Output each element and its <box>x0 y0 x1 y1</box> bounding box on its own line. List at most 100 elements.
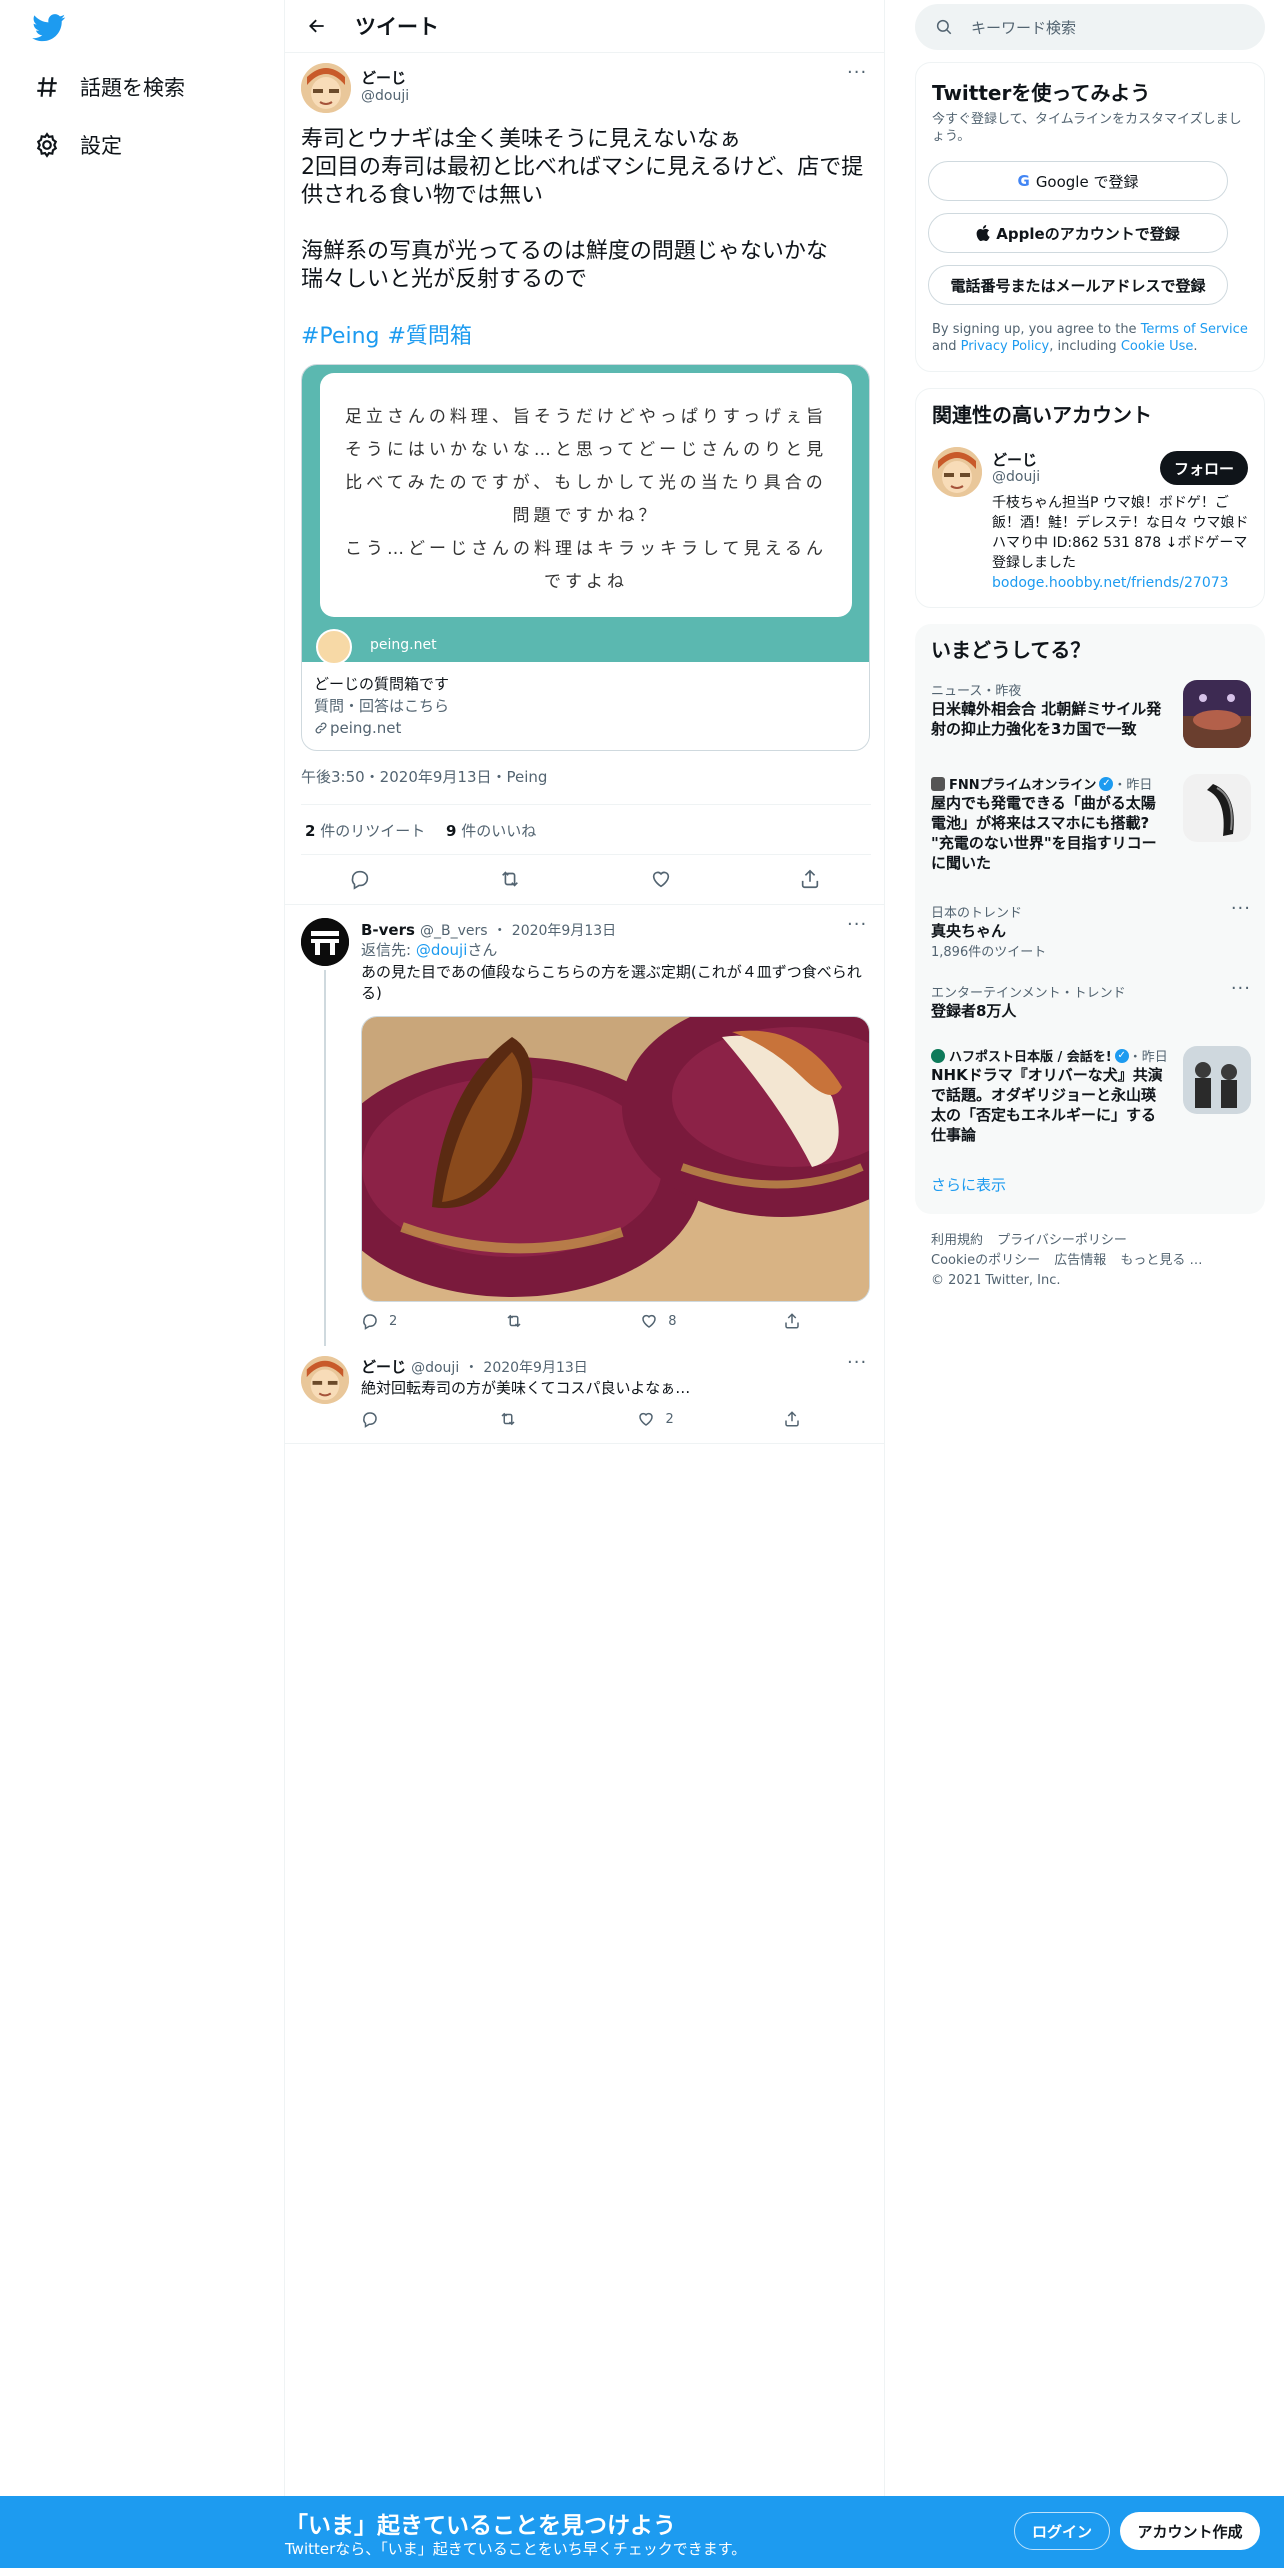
search-placeholder: キーワード検索 <box>971 18 1077 37</box>
share-button[interactable] <box>783 1312 801 1330</box>
more-options-icon[interactable]: ··· <box>1231 978 1251 999</box>
tweet-actions <box>285 868 885 890</box>
google-signup-button[interactable]: G Google で登録 <box>928 161 1228 201</box>
like-button[interactable] <box>650 868 672 890</box>
nav-settings[interactable]: 設定 <box>32 123 122 167</box>
related-name[interactable]: どーじ <box>992 449 1037 470</box>
login-button[interactable]: ログイン <box>1014 2512 1110 2550</box>
reply-date[interactable]: 2020年9月13日 <box>512 923 616 939</box>
link-card[interactable]: 足立さんの料理、旨そうだけどやっぱりすっげぇ旨そうにはいかないな…と思ってどーじ… <box>301 364 870 751</box>
reply-icon <box>351 870 368 890</box>
bottom-bar-subtitle: Twitterなら、「いま」起きていることをいち早くチェックできます。 <box>285 2540 747 2558</box>
page-title: ツイート <box>355 15 439 39</box>
author-handle[interactable]: @douji <box>361 88 409 104</box>
reply-button[interactable]: 2 <box>361 1312 397 1330</box>
privacy-link[interactable]: Privacy Policy <box>961 339 1050 354</box>
reply-count: 2 <box>389 1313 398 1329</box>
likes-stat[interactable]: 9 件のいいね <box>446 822 536 840</box>
footer-link[interactable]: 利用規約 <box>931 1233 983 1248</box>
more-options-icon[interactable]: ··· <box>1231 898 1251 919</box>
footer-link[interactable]: 広告情報 <box>1054 1253 1106 1268</box>
trends-title: いまどうしてる？ <box>931 638 1091 662</box>
author-handle[interactable]: @douji <box>411 1360 459 1376</box>
trend-item[interactable]: FNNプライムオンライン ✓ ・昨日 屋内でも発電できる「曲がる太陽電池」が将来… <box>931 774 1251 873</box>
signup-panel: Twitterを使ってみよう 今すぐ登録して、タイムラインをカスタマイズしましょ… <box>915 62 1265 372</box>
reply-button[interactable] <box>349 868 371 890</box>
trend-thumbnail <box>1183 1046 1251 1114</box>
more-options-icon[interactable]: ··· <box>847 62 867 83</box>
google-icon: G <box>1017 172 1030 190</box>
hashtag-icon <box>32 72 62 102</box>
hashtag-link[interactable]: #質問箱 <box>387 324 471 349</box>
show-more-link[interactable]: さらに表示 <box>931 1174 1006 1195</box>
related-handle[interactable]: @douji <box>992 469 1040 485</box>
tweet-timestamp[interactable]: 午後3:50・2020年9月13日・Peing <box>301 766 547 787</box>
apple-signup-button[interactable]: Appleのアカウントで登録 <box>928 213 1228 253</box>
footer-link[interactable]: もっと見る … <box>1120 1253 1202 1268</box>
search-icon <box>936 19 952 35</box>
trend-item[interactable]: ハフポスト日本版 / 会話を! ✓ ・昨日 NHKドラマ『オリバーな犬』共演で話… <box>931 1046 1251 1145</box>
nav-explore[interactable]: 話題を検索 <box>32 65 185 109</box>
trend-item[interactable]: ニュース・昨夜 日米韓外相会合 北朝鮮ミサイル発射の抑止力強化を3カ国で一致 <box>931 680 1251 748</box>
retweet-icon <box>502 871 519 887</box>
reply-button[interactable] <box>361 1410 389 1428</box>
back-button[interactable] <box>297 6 337 46</box>
follow-button[interactable]: フォロー <box>1160 451 1248 485</box>
author-name[interactable]: どーじ <box>361 1358 406 1376</box>
retweet-button[interactable] <box>504 1312 534 1330</box>
author-name[interactable]: どーじ <box>361 67 406 88</box>
terms-link[interactable]: Terms of Service <box>1141 322 1248 337</box>
avatar[interactable] <box>932 447 982 497</box>
main-column: ツイート どーじ @douji ··· 寿司とウナギは全く美味そうに見えないなぁ… <box>285 0 885 2568</box>
avatar[interactable] <box>301 63 351 113</box>
footer-link[interactable]: プライバシーポリシー <box>997 1233 1127 1248</box>
trend-text: NHKドラマ『オリバーな犬』共演で話題。オダギリジョーと永山瑛太の「否定もエネル… <box>931 1066 1163 1144</box>
bottom-bar-title: 「いま」起きていることを見つけよう <box>285 2513 676 2539</box>
retweet-button[interactable] <box>498 868 522 890</box>
avatar[interactable] <box>301 1356 349 1404</box>
reply-photo[interactable] <box>361 1016 870 1302</box>
reply-tweet[interactable]: どーじ @douji ・ 2020年9月13日 ··· 絶対回転寿司の方が美味く… <box>285 1352 885 1444</box>
retweet-icon <box>501 1412 515 1426</box>
copyright: © 2021 Twitter, Inc. <box>931 1273 1061 1288</box>
avatar[interactable] <box>301 918 349 966</box>
footer-links: 利用規約 プライバシーポリシー Cookieのポリシー 広告情報 もっと見る …… <box>931 1231 1251 1291</box>
trend-text: 登録者8万人 <box>931 1002 1017 1020</box>
verified-icon: ✓ <box>1099 776 1114 791</box>
share-button[interactable] <box>799 868 821 890</box>
retweets-count: 2 <box>305 822 316 840</box>
author-name[interactable]: B-vers <box>361 921 415 939</box>
reply-date[interactable]: 2020年9月13日 <box>483 1360 587 1376</box>
share-icon <box>785 1411 799 1427</box>
footer-link[interactable]: Cookieのポリシー <box>931 1253 1040 1268</box>
signup-legal: By signing up, you agree to the Terms of… <box>932 322 1248 354</box>
peing-logo-icon <box>316 629 352 665</box>
signup-button[interactable]: アカウント作成 <box>1120 2512 1260 2550</box>
retweets-stat[interactable]: 2 件のリツイート <box>305 822 425 840</box>
trend-item[interactable]: 日本のトレンド 真央ちゃん 1,896件のツイート ··· <box>931 898 1251 960</box>
card-description: 質問・回答はこちら <box>314 697 450 715</box>
reply-text: 絶対回転寿司の方が美味くてコスパ良いよなぁ… <box>361 1379 691 1397</box>
author-handle[interactable]: @_B_vers <box>420 923 488 939</box>
cookie-link[interactable]: Cookie Use <box>1121 339 1194 354</box>
search-input[interactable]: キーワード検索 <box>915 4 1265 50</box>
reply-icon <box>363 1412 377 1428</box>
card-image-text: 足立さんの料理、旨そうだけどやっぱりすっげぇ旨そうにはいかないな…と思ってどーじ… <box>320 373 852 617</box>
card-title: どーじの質問箱です <box>314 675 450 693</box>
more-options-icon[interactable]: ··· <box>847 914 867 935</box>
related-bio-link[interactable]: bodoge.hoobby.net/friends/27073 <box>992 575 1229 591</box>
retweet-button[interactable] <box>498 1410 528 1428</box>
share-button[interactable] <box>783 1410 801 1428</box>
more-options-icon[interactable]: ··· <box>847 1352 867 1373</box>
reply-to-handle[interactable]: @douji <box>416 941 468 959</box>
like-button[interactable]: 2 <box>637 1410 674 1428</box>
twitter-logo-icon[interactable] <box>32 14 66 44</box>
reply-header: どーじ @douji ・ 2020年9月13日 <box>361 1358 588 1376</box>
link-icon <box>315 722 327 734</box>
likes-count: 9 <box>446 822 457 840</box>
trend-item[interactable]: エンターテインメント・トレンド 登録者8万人 ··· <box>931 978 1251 1021</box>
hashtag-link[interactable]: #Peing <box>301 324 379 349</box>
like-button[interactable]: 8 <box>640 1312 677 1330</box>
phone-signup-button[interactable]: 電話番号またはメールアドレスで登録 <box>928 265 1228 305</box>
reply-tweet[interactable]: B-vers @_B_vers ・ 2020年9月13日 ··· 返信先: @d… <box>285 904 885 1352</box>
